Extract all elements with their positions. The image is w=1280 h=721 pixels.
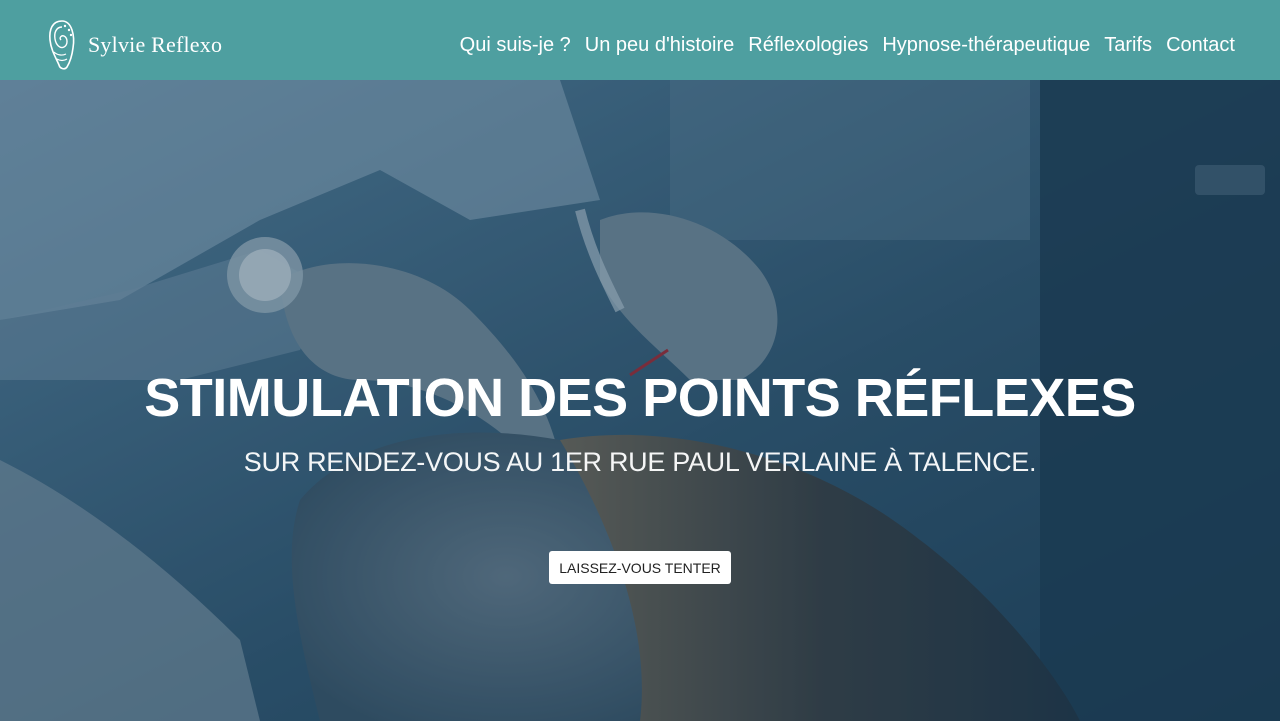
nav-item-hypnose[interactable]: Hypnose-thérapeutique	[882, 34, 1090, 57]
hero-section: STIMULATION DES POINTS RÉFLEXES SUR REND…	[0, 80, 1280, 721]
nav-item-tarifs[interactable]: Tarifs	[1104, 34, 1152, 57]
cta-button[interactable]: LAISSEZ-VOUS TENTER	[549, 551, 731, 584]
nav-item-qui-suis-je[interactable]: Qui suis-je ?	[460, 34, 571, 57]
ear-spiral-icon	[49, 20, 75, 70]
brand-logo[interactable]: Sylvie Reflexo	[46, 18, 222, 72]
hero-title: STIMULATION DES POINTS RÉFLEXES	[144, 368, 1136, 428]
nav-item-histoire[interactable]: Un peu d'histoire	[585, 34, 734, 57]
nav-item-reflexologies[interactable]: Réflexologies	[748, 34, 868, 57]
nav-item-contact[interactable]: Contact	[1166, 34, 1235, 57]
brand-name: Sylvie Reflexo	[88, 32, 223, 57]
site-header: Sylvie Reflexo Qui suis-je ? Un peu d'hi…	[0, 0, 1280, 80]
main-nav: Qui suis-je ? Un peu d'histoire Réflexol…	[446, 34, 1235, 57]
hero-subtitle: SUR RENDEZ-VOUS AU 1ER RUE PAUL VERLAINE…	[243, 447, 1037, 477]
